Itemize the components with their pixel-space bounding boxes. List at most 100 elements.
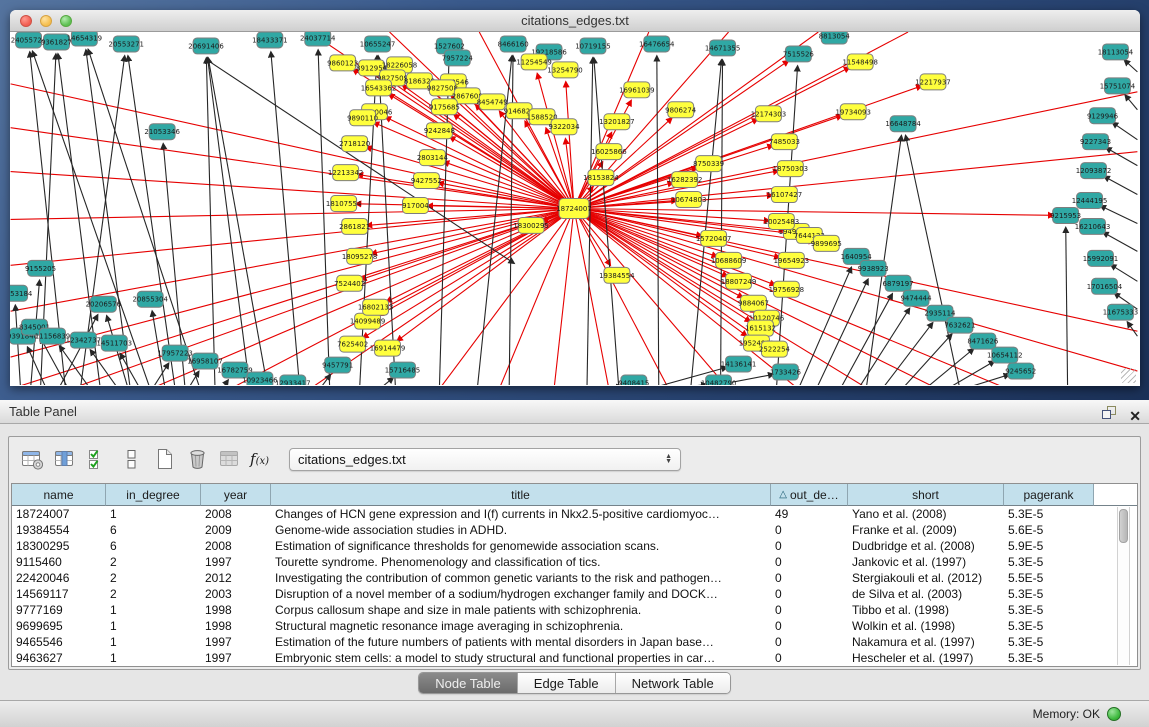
network-node[interactable] xyxy=(755,106,781,122)
network-node[interactable] xyxy=(70,332,96,348)
table-cell[interactable]: Tourette syndrome. Phenomenology and cla… xyxy=(271,554,771,570)
network-node[interactable] xyxy=(40,328,66,344)
network-node[interactable] xyxy=(337,275,363,291)
table-cell[interactable]: 0 xyxy=(771,634,848,650)
table-cell[interactable]: 5.3E-5 xyxy=(1004,506,1094,522)
network-node[interactable] xyxy=(696,156,722,172)
network-edge[interactable] xyxy=(90,350,118,385)
network-node[interactable] xyxy=(192,353,218,369)
network-node[interactable] xyxy=(162,345,188,361)
network-node[interactable] xyxy=(604,267,630,283)
network-node[interactable] xyxy=(365,36,391,52)
network-node[interactable] xyxy=(621,375,647,385)
memory-status-indicator[interactable] xyxy=(1107,707,1121,721)
network-node[interactable] xyxy=(771,187,797,203)
column-header-in_degree[interactable]: in_degree xyxy=(106,484,201,506)
network-node[interactable] xyxy=(773,281,799,297)
network-node[interactable] xyxy=(559,199,589,219)
table-cell[interactable]: 1 xyxy=(106,634,201,650)
network-node[interactable] xyxy=(444,50,470,66)
network-node[interactable] xyxy=(406,73,432,89)
network-node[interactable] xyxy=(771,134,797,150)
table-cell[interactable]: 19384554 xyxy=(12,522,106,538)
network-node[interactable] xyxy=(325,357,351,373)
network-node[interactable] xyxy=(624,82,650,98)
network-edge[interactable] xyxy=(374,122,574,208)
network-node[interactable] xyxy=(28,260,54,276)
network-node[interactable] xyxy=(342,136,368,152)
table-cell[interactable]: 9115460 xyxy=(12,554,106,570)
network-node[interactable] xyxy=(363,299,389,315)
table-cell[interactable]: 1997 xyxy=(201,650,271,666)
table-cell[interactable]: 0 xyxy=(771,602,848,618)
table-cell[interactable]: 5.9E-5 xyxy=(1004,538,1094,554)
network-node[interactable] xyxy=(992,347,1018,363)
table-settings-icon[interactable] xyxy=(19,446,44,472)
network-node[interactable] xyxy=(413,173,439,189)
network-edge[interactable] xyxy=(925,349,974,385)
network-edge[interactable] xyxy=(858,308,909,385)
delete-table-icon[interactable] xyxy=(184,446,209,472)
table-cell[interactable]: 0 xyxy=(771,538,848,554)
table-cell[interactable]: Yano et al. (2008) xyxy=(848,506,1004,522)
network-node[interactable] xyxy=(1081,163,1107,179)
network-node[interactable] xyxy=(280,375,306,385)
network-node[interactable] xyxy=(716,252,742,268)
window-resize-grip[interactable] xyxy=(1121,368,1136,383)
table-cell[interactable]: 1 xyxy=(106,602,201,618)
network-node[interactable] xyxy=(1103,44,1129,60)
zoom-window-button[interactable] xyxy=(60,15,72,27)
network-node[interactable] xyxy=(860,260,886,276)
network-node[interactable] xyxy=(706,375,732,385)
network-node[interactable] xyxy=(340,336,366,352)
network-node[interactable] xyxy=(331,196,357,212)
network-node[interactable] xyxy=(305,32,331,46)
row-select-icon[interactable] xyxy=(85,446,110,472)
table-cell[interactable]: 1998 xyxy=(201,602,271,618)
network-node[interactable] xyxy=(885,275,911,291)
table-cell[interactable]: 1998 xyxy=(201,618,271,634)
network-node[interactable] xyxy=(193,38,219,54)
table-cell[interactable]: Hescheler et al. (1997) xyxy=(848,650,1004,666)
table-cell[interactable]: 0 xyxy=(771,650,848,666)
table-cell[interactable]: Jankovic et al. (1997) xyxy=(848,554,1004,570)
network-node[interactable] xyxy=(726,356,752,372)
table-cell[interactable]: 5.3E-5 xyxy=(1004,602,1094,618)
network-node[interactable] xyxy=(390,362,416,378)
table-cell[interactable]: 0 xyxy=(771,586,848,602)
network-node[interactable] xyxy=(1104,78,1130,94)
network-node[interactable] xyxy=(1083,134,1109,150)
network-node[interactable] xyxy=(890,116,916,132)
table-cell[interactable]: de Silva et al. (2003) xyxy=(848,586,1004,602)
network-node[interactable] xyxy=(920,74,946,90)
network-node[interactable] xyxy=(644,36,670,52)
table-cell[interactable]: Stergiakouli et al. (2012) xyxy=(848,570,1004,586)
table-cell[interactable]: 2012 xyxy=(201,570,271,586)
table-cell[interactable]: Disruption of a novel member of a sodium… xyxy=(271,586,771,602)
table-cell[interactable]: 5.3E-5 xyxy=(1004,650,1094,666)
table-cell[interactable]: 1 xyxy=(106,506,201,522)
network-node[interactable] xyxy=(778,252,804,268)
network-edge[interactable] xyxy=(15,305,20,385)
table-cell[interactable]: Tibbo et al. (1998) xyxy=(848,602,1004,618)
table-cell[interactable]: 1 xyxy=(106,650,201,666)
network-edge[interactable] xyxy=(721,60,723,385)
table-cell[interactable]: 5.3E-5 xyxy=(1004,618,1094,634)
network-node[interactable] xyxy=(347,248,373,264)
network-node[interactable] xyxy=(330,55,356,71)
network-node[interactable] xyxy=(580,38,606,54)
network-edge[interactable] xyxy=(439,209,574,386)
network-node[interactable] xyxy=(222,362,248,378)
network-edge[interactable] xyxy=(386,209,574,302)
table-selector-dropdown[interactable]: citations_edges.txt▲▼ xyxy=(289,448,681,471)
table-cell[interactable]: 1997 xyxy=(201,554,271,570)
network-node[interactable] xyxy=(777,161,803,177)
table-cell[interactable]: 2008 xyxy=(201,506,271,522)
network-node[interactable] xyxy=(676,192,702,208)
network-node[interactable] xyxy=(785,46,811,62)
column-header-name[interactable]: name xyxy=(12,484,106,506)
tab-edge-table[interactable]: Edge Table xyxy=(518,673,616,693)
network-edge[interactable] xyxy=(882,323,933,385)
network-node[interactable] xyxy=(426,123,452,139)
table-cell[interactable]: Estimation of the future numbers of pati… xyxy=(271,634,771,650)
